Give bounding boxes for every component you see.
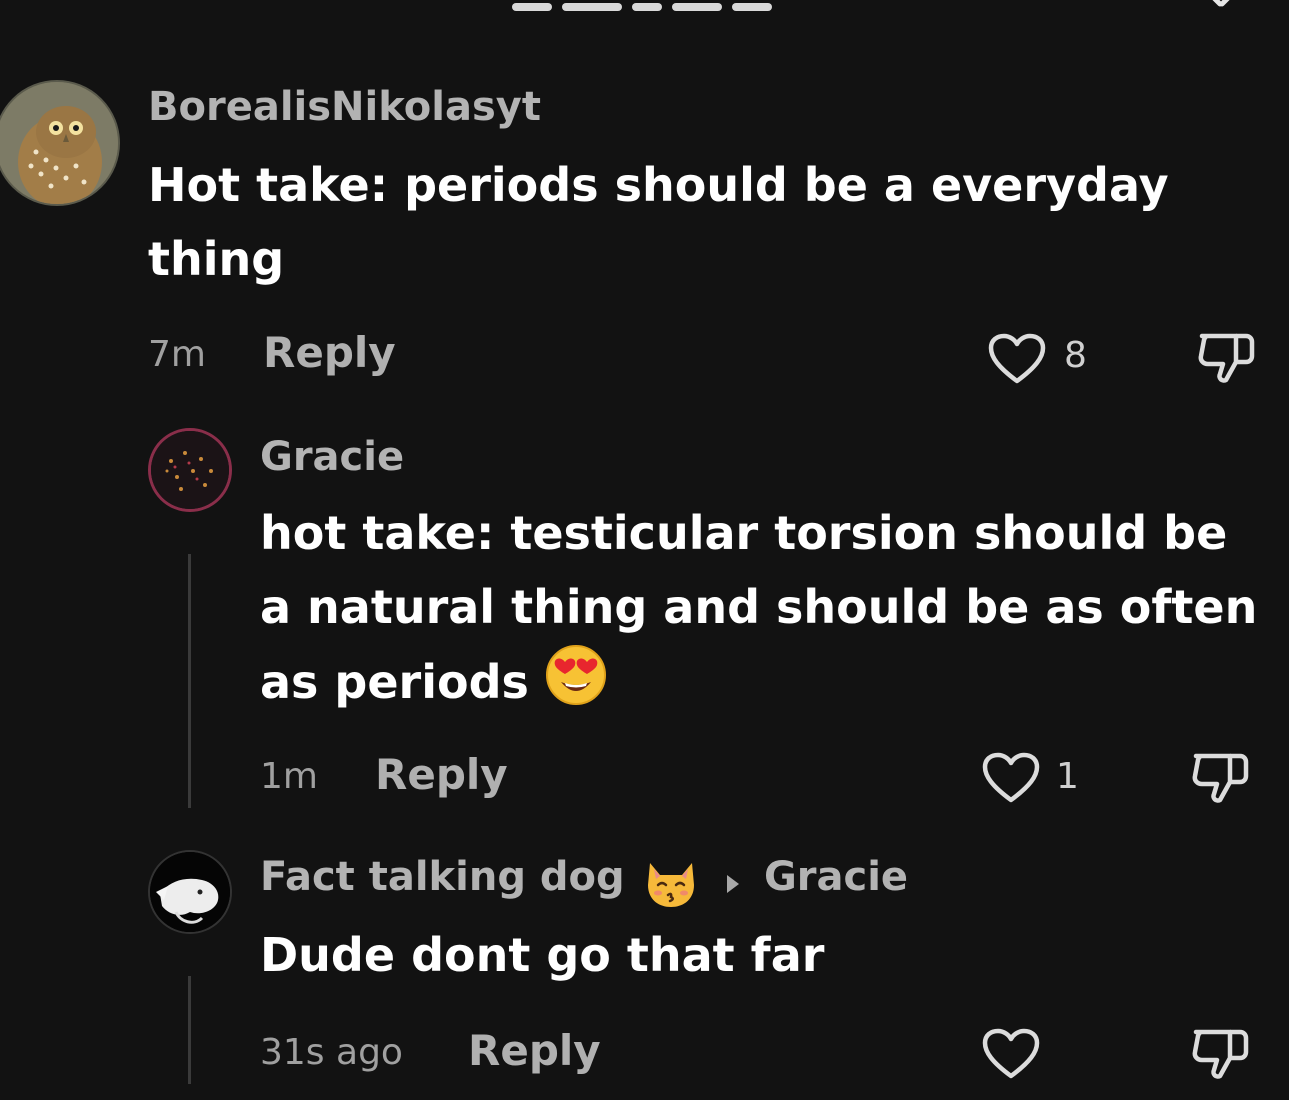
heart-outline-icon[interactable] — [988, 333, 1046, 385]
comment-time: 31s ago — [260, 1032, 403, 1073]
comment-text-content: hot take: testicular torsion should be a… — [260, 506, 1258, 709]
comment-time: 1m — [260, 756, 318, 797]
comment-username[interactable]: Fact talking dog — [260, 854, 625, 900]
reply-button[interactable]: Reply — [263, 328, 396, 377]
reply-button[interactable]: Reply — [468, 1026, 601, 1075]
avatar[interactable] — [148, 428, 232, 512]
like-count: 8 — [1064, 335, 1087, 376]
avatar[interactable] — [148, 850, 232, 934]
comments-header — [0, 0, 1289, 11]
reply-to-username[interactable]: Gracie — [764, 854, 908, 900]
thread-line — [188, 976, 191, 1084]
comment-header: Fact talking dog Gracie — [260, 854, 908, 907]
heart-eyes-emoji-icon — [545, 644, 607, 727]
close-icon[interactable] — [1196, 0, 1246, 10]
heart-outline-icon[interactable] — [982, 752, 1040, 804]
like-count: 1 — [1056, 756, 1079, 797]
comment-text: Hot take: periods should be a everyday t… — [148, 158, 1169, 286]
comment-text: Dude dont go that far — [260, 928, 825, 982]
thumbs-down-outline-icon[interactable] — [1190, 748, 1252, 808]
avatar[interactable] — [0, 80, 120, 206]
thumbs-down-outline-icon[interactable] — [1190, 1024, 1252, 1084]
comment-time: 7m — [148, 334, 206, 375]
header-title-fragment — [512, 0, 812, 11]
heart-outline-icon[interactable] — [982, 1028, 1040, 1080]
reply-button[interactable]: Reply — [375, 750, 508, 799]
triangle-right-icon — [725, 873, 741, 899]
thumbs-down-outline-icon[interactable] — [1196, 328, 1258, 388]
kissing-cat-emoji-icon — [644, 859, 698, 913]
comment-username[interactable]: BorealisNikolasyt — [148, 84, 541, 130]
comment-text: hot take: testicular torsion should be a… — [260, 496, 1270, 727]
comment-username[interactable]: Gracie — [260, 434, 404, 480]
thread-line — [188, 554, 191, 808]
